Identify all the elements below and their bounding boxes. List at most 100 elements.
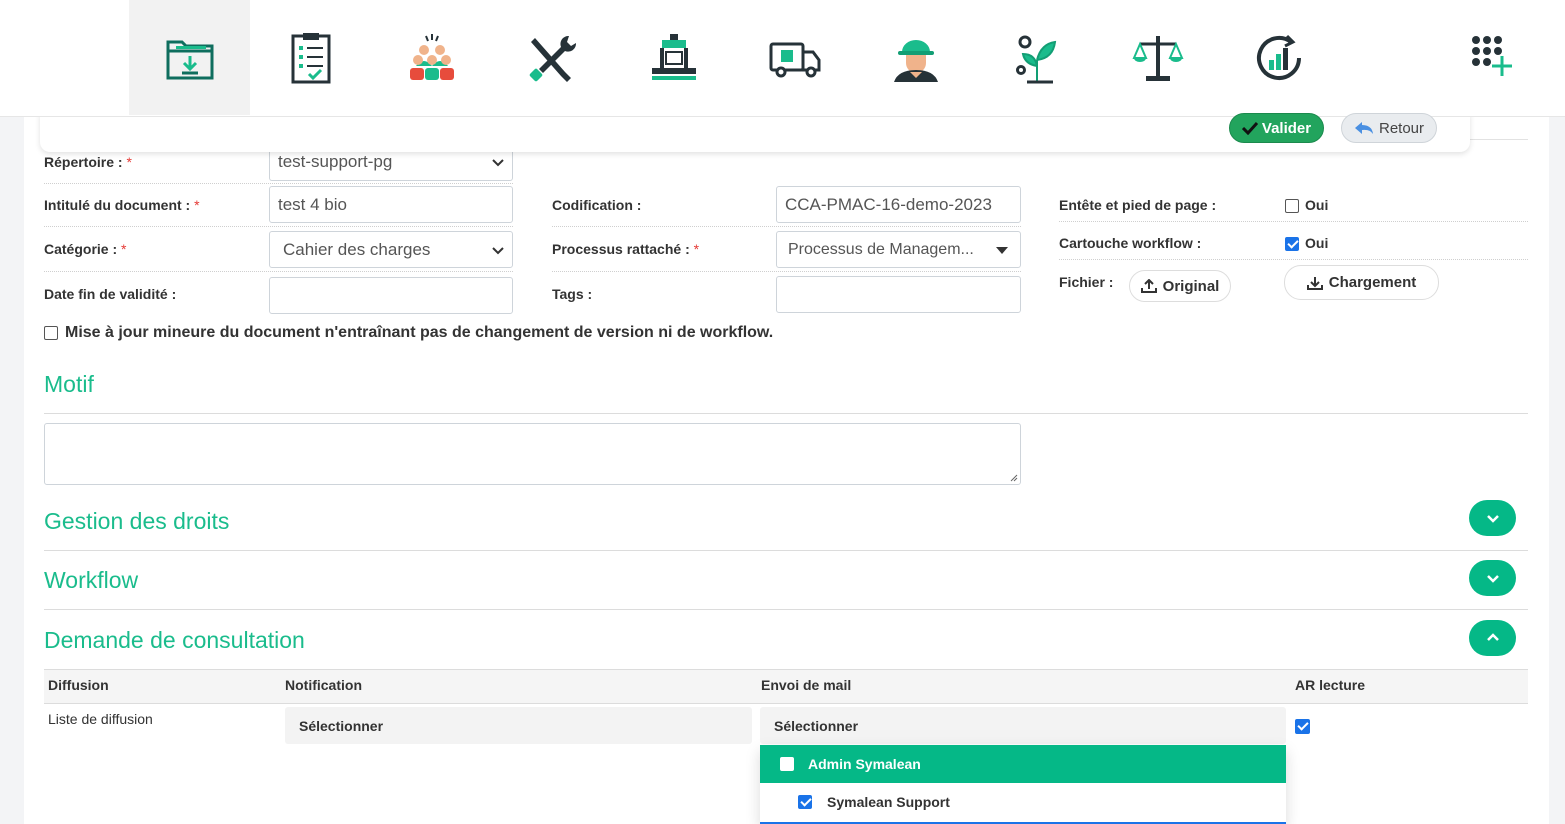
- cartouche-label: Cartouche workflow :: [1059, 235, 1202, 251]
- processus-select[interactable]: Processus de Managem...: [776, 231, 1021, 268]
- chevron-down-icon: [492, 159, 504, 167]
- codification-input[interactable]: CCA-PMAC-16-demo-2023: [776, 186, 1021, 223]
- nav-item-environment[interactable]: [976, 0, 1097, 115]
- row-divider: [552, 271, 1021, 272]
- entete-option-label: Oui: [1305, 197, 1329, 213]
- top-navigation-bar: [0, 0, 1565, 117]
- nav-item-equipment[interactable]: [613, 0, 734, 115]
- intitule-input[interactable]: test 4 bio: [269, 186, 513, 223]
- date-input[interactable]: [269, 277, 513, 314]
- nav-item-indicators[interactable]: [1218, 0, 1339, 115]
- codification-label: Codification :: [552, 197, 642, 213]
- admin-option-checkbox[interactable]: [780, 757, 794, 771]
- date-label: Date fin de validité :: [44, 286, 177, 302]
- check-icon: [1241, 121, 1258, 135]
- intitule-label: Intitulé du document : *: [44, 197, 200, 213]
- gestion-droits-toggle[interactable]: [1469, 500, 1516, 536]
- undo-arrow-icon: [1354, 122, 1373, 134]
- plant-gear-icon: [1015, 35, 1056, 83]
- mise-a-jour-checkbox[interactable]: [44, 326, 58, 340]
- dropdown-option-support[interactable]: Symalean Support: [760, 783, 1286, 821]
- dropdown-option-admin[interactable]: Admin Symalean: [760, 745, 1286, 783]
- ar-lecture-checkbox[interactable]: [1295, 719, 1310, 734]
- processus-label: Processus rattaché : *: [552, 241, 700, 257]
- cartouche-option-label: Oui: [1305, 235, 1329, 251]
- processus-select-value: Processus de Managem...: [788, 240, 974, 258]
- repertoire-label: Répertoire : *: [44, 154, 132, 170]
- workflow-toggle[interactable]: [1469, 560, 1516, 596]
- resize-handle-icon[interactable]: [1009, 473, 1018, 482]
- nav-item-logistics[interactable]: [734, 0, 855, 115]
- nav-item-safety[interactable]: [855, 0, 976, 115]
- tags-label: Tags :: [552, 286, 593, 302]
- grid-plus-icon[interactable]: [1462, 28, 1518, 84]
- column-header-ar-lecture: AR lecture: [1295, 677, 1366, 693]
- row-divider: [1059, 221, 1528, 222]
- column-header-notification: Notification: [285, 677, 362, 693]
- original-button-label: Original: [1162, 277, 1220, 295]
- chevron-down-icon: [1486, 515, 1499, 523]
- mise-a-jour-label: Mise à jour mineure du document n'entraî…: [65, 324, 774, 341]
- notification-select[interactable]: Sélectionner: [285, 707, 752, 744]
- validate-button[interactable]: Valider: [1229, 113, 1324, 143]
- intitule-input-value: test 4 bio: [278, 194, 347, 214]
- consultation-section-title[interactable]: Demande de consultation: [44, 627, 305, 654]
- folder-download-icon: [166, 40, 213, 79]
- support-option-checkbox[interactable]: [798, 795, 812, 809]
- section-divider: [44, 413, 1528, 414]
- tools-wrench-screwdriver-icon: [529, 35, 576, 82]
- delivery-truck-icon: [769, 42, 820, 77]
- team-meeting-icon: [409, 33, 454, 80]
- original-button[interactable]: Original: [1129, 270, 1231, 302]
- fichier-label: Fichier :: [1059, 274, 1114, 290]
- machine-press-icon: [651, 33, 696, 80]
- nav-item-documents[interactable]: [129, 0, 250, 115]
- cartouche-checkbox[interactable]: [1285, 237, 1299, 251]
- row-divider: [44, 271, 513, 272]
- back-button-label: Retour: [1378, 119, 1425, 137]
- row-divider: [44, 183, 513, 184]
- nav-item-maintenance[interactable]: [492, 0, 613, 115]
- repertoire-select-value: test-support-pg: [278, 152, 393, 171]
- row-divider: [1059, 259, 1528, 260]
- categorie-select[interactable]: Cahier des charges: [269, 231, 513, 268]
- chevron-down-icon: [492, 247, 504, 255]
- back-button[interactable]: Retour: [1341, 113, 1437, 143]
- balance-scale-icon: [1131, 35, 1184, 81]
- column-header-diffusion: Diffusion: [48, 677, 109, 693]
- chargement-button[interactable]: Chargement: [1284, 265, 1439, 300]
- row-divider: [552, 226, 1021, 227]
- tags-input[interactable]: [776, 276, 1021, 313]
- mail-select-value: Sélectionner: [774, 717, 859, 734]
- chargement-button-label: Chargement: [1328, 274, 1417, 291]
- validate-button-label: Valider: [1261, 119, 1312, 137]
- entete-label: Entête et pied de page :: [1059, 197, 1217, 213]
- clipboard-checklist-icon: [291, 32, 330, 83]
- liste-diffusion-cell: Liste de diffusion: [48, 711, 153, 727]
- support-option-label: Symalean Support: [827, 794, 950, 810]
- nav-item-compliance[interactable]: [1097, 0, 1218, 115]
- column-header-envoi-mail: Envoi de mail: [761, 677, 852, 693]
- consultation-toggle[interactable]: [1469, 620, 1516, 656]
- categorie-label: Catégorie : *: [44, 241, 127, 257]
- gestion-droits-section-title[interactable]: Gestion des droits: [44, 508, 229, 535]
- motif-textarea[interactable]: [44, 423, 1021, 485]
- codification-input-value: CCA-PMAC-16-demo-2023: [785, 194, 992, 214]
- chevron-up-icon: [1486, 633, 1499, 641]
- entete-checkbox[interactable]: [1285, 199, 1299, 213]
- notification-select-value: Sélectionner: [299, 717, 384, 734]
- download-icon: [1306, 276, 1323, 290]
- worker-helmet-icon: [893, 39, 938, 82]
- workflow-section-title[interactable]: Workflow: [44, 567, 138, 594]
- analytics-refresh-icon: [1256, 34, 1301, 80]
- section-divider: [44, 609, 1528, 610]
- mail-select[interactable]: Sélectionner: [760, 707, 1286, 744]
- caret-down-icon: [996, 247, 1008, 254]
- upload-icon: [1140, 279, 1157, 293]
- nav-item-meetings[interactable]: [371, 0, 492, 115]
- motif-section-title: Motif: [44, 371, 94, 397]
- section-divider: [44, 550, 1528, 551]
- toolbar-divider: [1470, 139, 1528, 140]
- categorie-select-value: Cahier des charges: [283, 239, 431, 259]
- nav-item-audits[interactable]: [250, 0, 371, 115]
